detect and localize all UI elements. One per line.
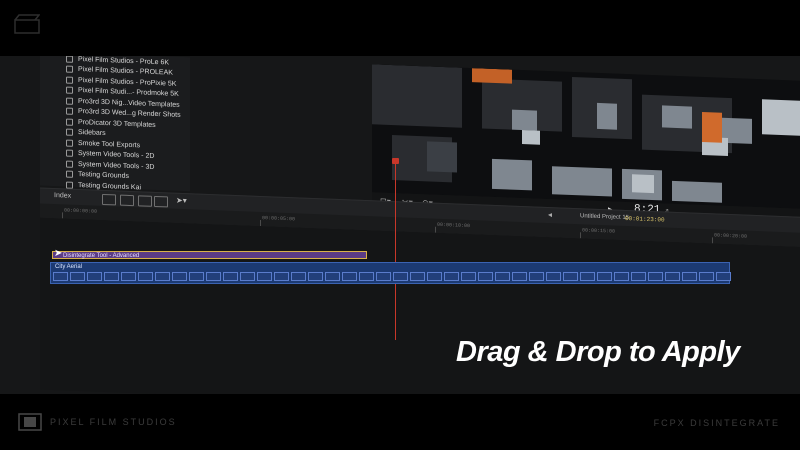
- library-item-label: Smoke Tool Exports: [78, 139, 141, 150]
- clip-thumbnail: [716, 272, 731, 281]
- video-clip[interactable]: City Aerial: [50, 262, 731, 284]
- clip-thumbnail: [648, 272, 663, 281]
- ruler-label: 00:00:05:00: [262, 215, 296, 223]
- event-icon: [66, 56, 73, 63]
- event-icon: [66, 107, 73, 116]
- event-icon: [66, 86, 73, 95]
- clip-thumbnail: [53, 272, 68, 281]
- playhead[interactable]: [395, 160, 396, 340]
- event-icon: [66, 118, 73, 126]
- connect-clip-icon[interactable]: [102, 193, 116, 206]
- clip-thumbnail: [342, 272, 357, 281]
- clip-thumbnail: [206, 272, 221, 281]
- clip-thumbnail: [104, 272, 119, 281]
- clip-thumbnail: [580, 272, 595, 281]
- clip-thumbnail: [631, 272, 646, 281]
- ruler-label: 00:00:10:00: [437, 221, 471, 230]
- clip-thumbnail: [614, 272, 629, 281]
- product-name: FCPX DISINTEGRATE: [653, 418, 780, 428]
- event-icon: [66, 76, 73, 84]
- library-list: Pixel Film Studios - ProLe 6K Pixel Film …: [40, 56, 190, 200]
- mouse-cursor-icon: ➤: [54, 248, 63, 259]
- clip-thumbnail: [155, 272, 170, 281]
- event-icon: [66, 128, 73, 137]
- overlay-caption: Drag & Drop to Apply: [456, 336, 740, 368]
- back-arrow-icon[interactable]: ◂: [548, 210, 552, 219]
- library-item-label: Testing Grounds: [78, 171, 129, 181]
- company-name: PIXEL FILM STUDIOS: [50, 417, 177, 427]
- clip-thumbnail: [172, 272, 187, 281]
- clip-thumbnail: [665, 272, 680, 281]
- clip-thumbnail: [240, 272, 255, 281]
- film-strip-icon: [18, 413, 42, 431]
- event-icon: [66, 149, 73, 158]
- clip-thumbnail: [376, 272, 391, 281]
- event-icon: [66, 160, 73, 168]
- clip-thumbnail: [138, 272, 153, 281]
- clip-thumbnail: [308, 272, 323, 281]
- letterbox-top: [0, 0, 800, 56]
- clip-thumbnail: [512, 272, 527, 281]
- clip-thumbnail: [444, 272, 459, 281]
- clip-thumbnail: [393, 272, 408, 281]
- clip-thumbnail: [682, 272, 697, 281]
- project-name: Untitled Project 15: [580, 213, 630, 222]
- clip-thumbnail: [87, 272, 102, 281]
- project-timecode: 00:01:23:00: [625, 215, 665, 224]
- event-icon: [66, 97, 73, 105]
- city-aerial-frame: [372, 64, 800, 209]
- video-clip-label: City Aerial: [55, 264, 83, 270]
- clip-thumbnail: [461, 272, 476, 281]
- clip-thumbnail: [546, 272, 561, 281]
- clip-thumbnail: [359, 272, 374, 281]
- clip-thumbnail: [291, 272, 306, 281]
- clip-thumbnail: [597, 272, 612, 281]
- ruler-label: 00:00:15:00: [582, 227, 616, 235]
- append-clip-icon[interactable]: [138, 195, 152, 207]
- viewer-panel: [372, 64, 800, 209]
- clip-thumbnail: [529, 272, 544, 281]
- clip-thumbnail: [223, 272, 238, 281]
- clip-thumbnail: [478, 272, 493, 281]
- clip-thumbnail: [325, 272, 340, 281]
- brand-logo: PIXEL FILM STUDIOS: [18, 412, 177, 432]
- clip-thumbnail: [121, 272, 136, 281]
- ruler-label: 00:00:00:00: [64, 207, 98, 215]
- clip-thumbnail: [495, 272, 510, 281]
- index-button[interactable]: Index: [54, 192, 71, 200]
- overwrite-clip-icon[interactable]: [154, 195, 168, 208]
- event-icon: [66, 170, 73, 179]
- clip-thumbnail: [410, 272, 425, 281]
- clip-filmstrip: [51, 272, 731, 283]
- clip-thumbnail: [189, 272, 204, 281]
- clip-thumbnail: [427, 272, 442, 281]
- event-icon: [66, 181, 73, 189]
- library-item-label: Sidebars: [78, 129, 106, 138]
- event-icon: [66, 139, 73, 147]
- title-clip-label: Disintegrate Tool - Advanced: [63, 253, 140, 259]
- title-clip[interactable]: Disintegrate Tool - Advanced: [52, 251, 367, 259]
- clip-thumbnail: [699, 272, 714, 281]
- clip-thumbnail: [70, 272, 85, 281]
- ruler-label: 00:00:20:00: [714, 232, 748, 240]
- clip-thumbnail: [563, 272, 578, 281]
- select-tool-icon[interactable]: ➤▾: [176, 196, 187, 205]
- insert-clip-icon[interactable]: [120, 194, 134, 207]
- clip-thumbnail: [274, 272, 289, 281]
- event-icon: [66, 65, 73, 74]
- film-clapper-icon: [14, 14, 40, 34]
- clip-thumbnail: [257, 272, 272, 281]
